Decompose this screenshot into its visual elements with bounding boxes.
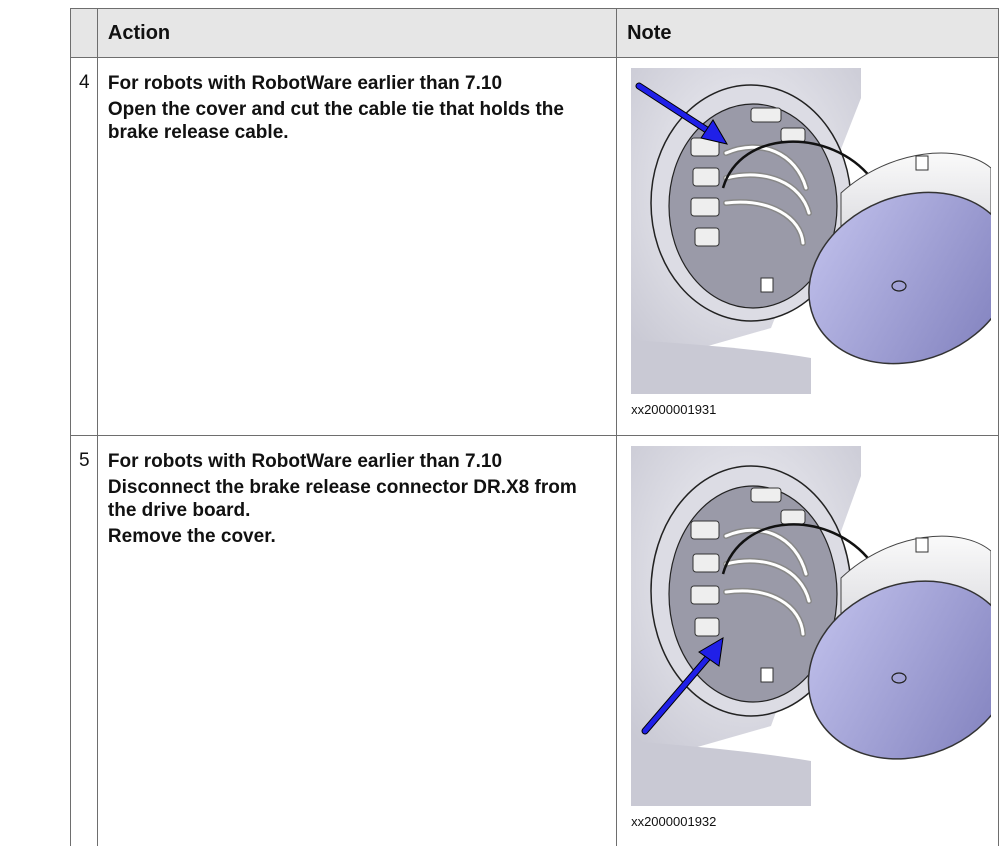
figure-caption: xx2000001932 (631, 814, 717, 829)
table-row: 5 For robots with RobotWare earlier than… (70, 435, 999, 846)
note-cell: xx2000001931 (616, 57, 999, 436)
figure-caption: xx2000001931 (631, 402, 717, 417)
action-cell: For robots with RobotWare earlier than 7… (96, 57, 618, 436)
step-instruction: Open the cover and cut the cable tie tha… (107, 99, 564, 143)
instruction-table: Action Note 4 For robots with RobotWare … (70, 8, 999, 846)
action-cell: For robots with RobotWare earlier than 7… (96, 435, 618, 846)
step-condition: For robots with RobotWare earlier than 7… (107, 73, 503, 94)
table-row: 4 For robots with RobotWare earlier than… (70, 57, 999, 436)
action-header: Action (96, 8, 618, 58)
step-instruction: Disconnect the brake release connector D… (107, 477, 577, 521)
note-cell: xx2000001932 (616, 435, 999, 846)
note-header: Note (616, 8, 999, 58)
step-header (70, 8, 98, 58)
robot-axis-cover-illustration (631, 446, 992, 806)
step-number: 5 (70, 435, 98, 846)
step-instruction: Remove the cover. (107, 526, 276, 547)
step-condition: For robots with RobotWare earlier than 7… (107, 451, 503, 472)
table-header-row: Action Note (70, 8, 999, 58)
robot-axis-cover-illustration (631, 68, 992, 394)
step-number: 4 (70, 57, 98, 436)
